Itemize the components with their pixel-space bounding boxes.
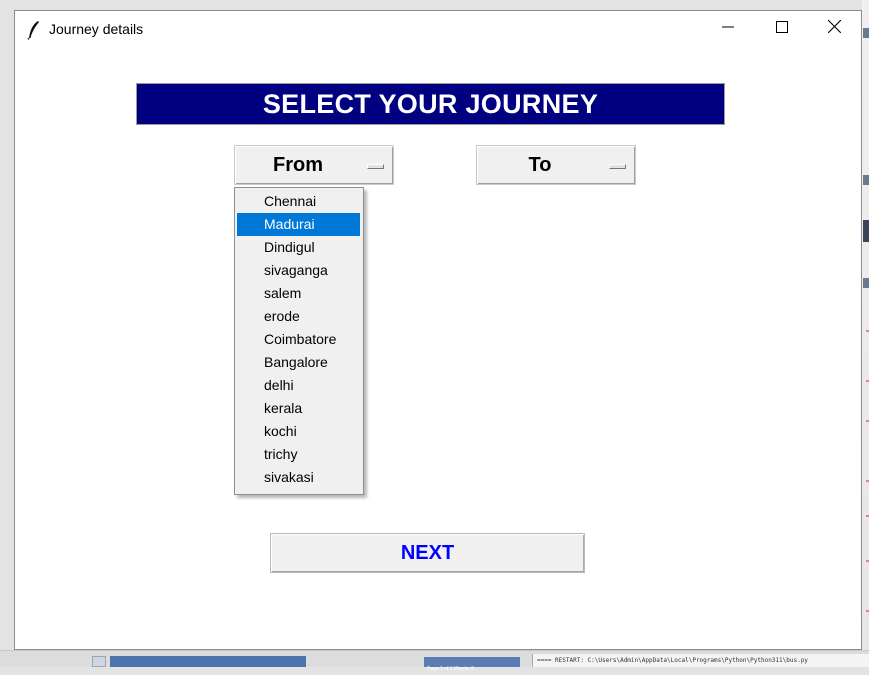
option-menu-indicator-icon: [609, 164, 626, 169]
journey-window: Journey details SELECT YOUR JOURNEY From…: [14, 10, 862, 650]
dropdown-item-dindigul[interactable]: Dindigul: [237, 236, 360, 259]
background-taskbar: Page 1 of 1 Words: 0 ==== RESTART: C:\Us…: [0, 650, 869, 672]
from-option-menu[interactable]: From: [234, 145, 394, 185]
background-minimize-button: [92, 656, 106, 667]
dropdown-item-erode[interactable]: erode: [237, 305, 360, 328]
maximize-icon: [776, 20, 788, 38]
next-button[interactable]: NEXT: [270, 533, 585, 573]
to-menu-label: To: [528, 154, 552, 176]
close-button[interactable]: [811, 11, 857, 47]
background-marker: [863, 220, 869, 242]
page-title: SELECT YOUR JOURNEY: [136, 83, 725, 125]
minimize-button[interactable]: [705, 11, 751, 47]
window-title: Journey details: [49, 21, 144, 37]
title-bar[interactable]: Journey details: [15, 11, 861, 49]
background-window-edge: [862, 0, 869, 666]
dropdown-item-coimbatore[interactable]: Coimbatore: [237, 328, 360, 351]
background-marker: [863, 175, 869, 185]
dropdown-item-bangalore[interactable]: Bangalore: [237, 351, 360, 374]
background-shell-output: ==== RESTART: C:\Users\Admin\AppData\Loc…: [532, 654, 869, 667]
to-option-menu[interactable]: To: [476, 145, 636, 185]
dropdown-item-sivaganga[interactable]: sivaganga: [237, 259, 360, 282]
dropdown-item-kochi[interactable]: kochi: [237, 420, 360, 443]
dropdown-item-sivakasi[interactable]: sivakasi: [237, 466, 360, 489]
minimize-icon: [722, 20, 734, 38]
dropdown-item-delhi[interactable]: delhi: [237, 374, 360, 397]
dropdown-item-trichy[interactable]: trichy: [237, 443, 360, 466]
option-menu-indicator-icon: [367, 164, 384, 169]
maximize-button[interactable]: [759, 11, 805, 47]
dropdown-item-chennai[interactable]: Chennai: [237, 190, 360, 213]
dropdown-item-madurai[interactable]: Madurai: [237, 213, 360, 236]
feather-icon: [27, 20, 41, 40]
dropdown-item-kerala[interactable]: kerala: [237, 397, 360, 420]
dropdown-item-salem[interactable]: salem: [237, 282, 360, 305]
background-marker: [863, 28, 869, 38]
from-dropdown-list: Chennai Madurai Dindigul sivaganga salem…: [234, 187, 364, 495]
background-marker: [863, 278, 869, 288]
close-icon: [827, 19, 841, 38]
from-menu-label: From: [273, 154, 323, 176]
status-bar-text: Page 1 of 1 Words: 0: [427, 666, 474, 672]
background-scrollbar: [110, 656, 306, 667]
